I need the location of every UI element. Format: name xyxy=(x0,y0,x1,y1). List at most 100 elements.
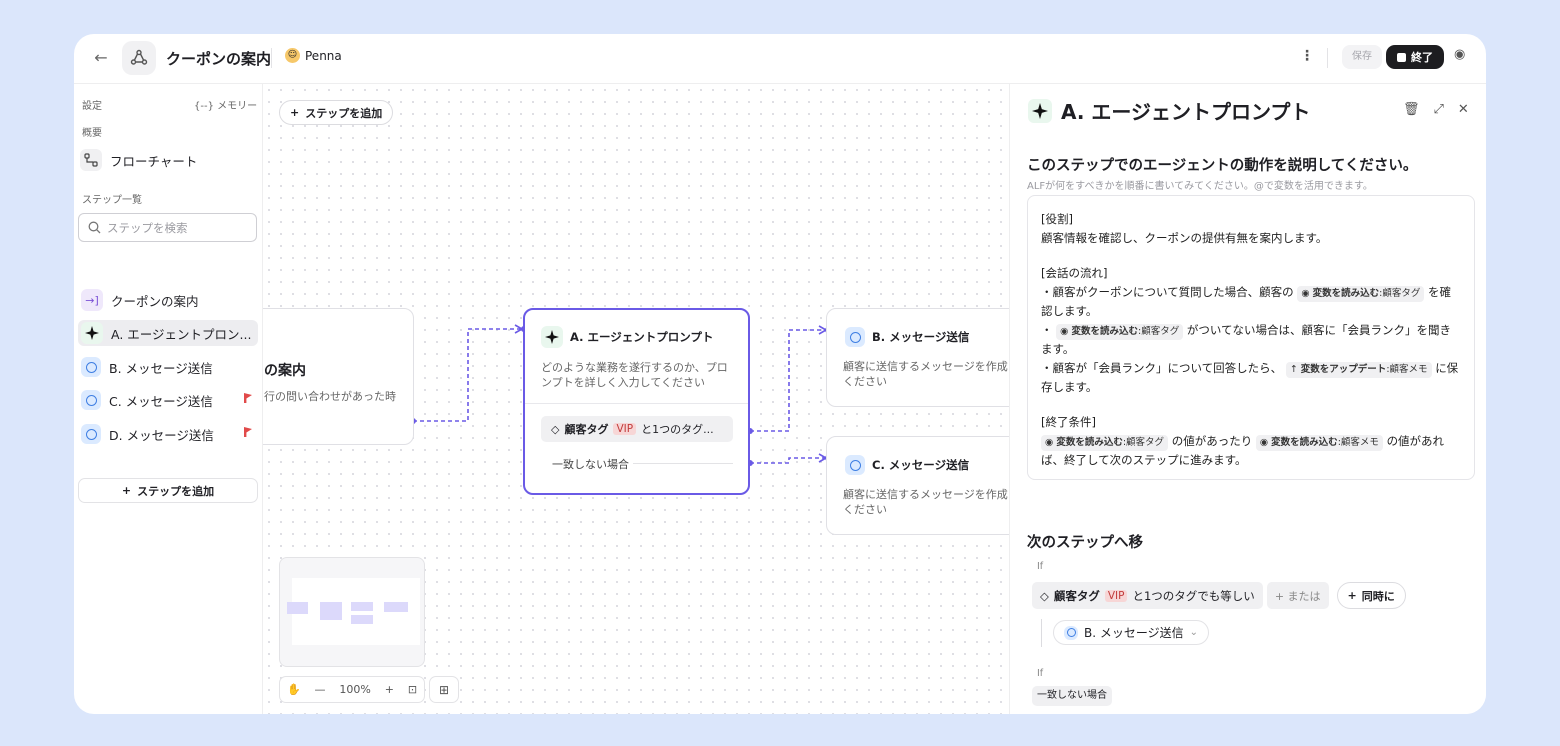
sidebar-item-flowchart[interactable]: フローチャート xyxy=(80,148,258,172)
node-desc: 顧客に送信するメッセージを作成ください xyxy=(843,488,1008,516)
minimap-node xyxy=(320,602,342,620)
delete-icon[interactable]: 🗑 xyxy=(1403,102,1420,117)
var-action: 変数を読み込む xyxy=(1312,288,1380,299)
chevron-down-icon: ⌄ xyxy=(1189,627,1199,638)
page-title[interactable]: クーポンの案内 xyxy=(166,48,271,69)
user-badge[interactable]: ☺ Penna xyxy=(285,48,342,63)
sidebar-item-label: クーポンの案内 xyxy=(111,293,199,309)
panel-title[interactable]: A. エージェントプロンプト xyxy=(1061,96,1310,125)
cond-rest: と1つのタグでも等しい xyxy=(1132,588,1255,603)
sidebar-item-message-c[interactable]: C. メッセージ送信 xyxy=(78,387,258,413)
plus-icon: + xyxy=(1347,589,1357,602)
flow-canvas[interactable]: + ステップを追加 の案内 行の問い合わせがあった時 A. エージェントプロンプ… xyxy=(263,84,1009,714)
variable-chip[interactable]: ◉ 変数を読み込む:顧客タグ xyxy=(1297,286,1425,302)
divider xyxy=(271,48,272,68)
text: の値があったり xyxy=(1171,434,1253,448)
var-name: 顧客メモ xyxy=(1340,437,1379,448)
expand-icon[interactable]: ⤢ xyxy=(1434,102,1444,117)
target-step-select[interactable]: B. メッセージ送信 ⌄ xyxy=(1053,620,1210,645)
workflow-icon xyxy=(122,41,156,75)
sidebar-item-trigger[interactable]: →] クーポンの案内 xyxy=(78,287,258,313)
flag-icon xyxy=(244,393,252,403)
node-title: C. メッセージ送信 xyxy=(872,458,970,472)
minimap[interactable] xyxy=(279,557,425,667)
back-arrow-icon[interactable]: ← xyxy=(90,47,112,69)
memory-link[interactable]: {--} メモリー xyxy=(194,97,257,112)
sidebar-item-message-d[interactable]: D. メッセージ送信 xyxy=(78,421,258,447)
search-input[interactable] xyxy=(107,220,247,235)
agent-prompt-node[interactable]: A. エージェントプロンプト どのような業務を遂行するのか、プロンプトを詳しく入… xyxy=(523,308,750,495)
flag-icon xyxy=(244,427,252,437)
step-detail-panel: A. エージェントプロンプト 🗑 ⤢ ✕ このステップでのエージェントの動作を説… xyxy=(1009,84,1486,714)
minimap-node xyxy=(287,602,308,614)
fit-view-icon[interactable]: ⊡ xyxy=(408,683,417,696)
var-name: 顧客タグ xyxy=(1382,288,1421,299)
no-match-chip[interactable]: 一致しない場合 xyxy=(1032,686,1112,706)
zoom-out-icon[interactable]: — xyxy=(315,683,326,696)
prompt-question: このステップでのエージェントの動作を説明してください。 xyxy=(1027,158,1418,174)
flow-line-1: ・顧客がクーポンについて質問した場合、顧客の ◉ 変数を読み込む:顧客タグ を確… xyxy=(1041,283,1461,321)
prompt-editor[interactable]: [役割] 顧客情報を確認し、クーポンの提供有無を案内します。 [会話の流れ] ・… xyxy=(1027,195,1475,480)
end-heading: [終了条件] xyxy=(1041,415,1096,429)
hand-tool-icon[interactable]: ✋ xyxy=(287,683,301,696)
message-c-node[interactable]: C. メッセージ送信 顧客に送信するメッセージを作成ください xyxy=(826,436,1009,535)
grid-layout-icon[interactable]: ⊞ xyxy=(429,676,459,703)
close-icon[interactable]: ✕ xyxy=(1458,102,1469,117)
prompt-hint: ALFが何をすべきかを順番に書いてみてください。@で変数を活用できます。 xyxy=(1027,181,1373,192)
step-search[interactable] xyxy=(78,213,257,242)
settings-label[interactable]: 設定 xyxy=(82,97,102,112)
message-b-node[interactable]: B. メッセージ送信 顧客に送信するメッセージを作成ください xyxy=(826,308,1009,407)
variable-chip[interactable]: ◉ 変数を読み込む:顧客メモ xyxy=(1255,435,1383,451)
branch-line xyxy=(1041,619,1042,647)
var-name: 顧客タグ xyxy=(1126,437,1165,448)
add-step-button[interactable]: + ステップを追加 xyxy=(78,478,258,503)
variable-chip[interactable]: ↑ 変数をアップデート:顧客メモ xyxy=(1285,362,1432,378)
zoom-in-icon[interactable]: + xyxy=(385,683,394,696)
var-name: 顧客タグ xyxy=(1141,326,1180,337)
role-text: 顧客情報を確認し、クーポンの提供有無を案内します。 xyxy=(1041,231,1328,245)
variable-chip[interactable]: ◉ 変数を読み込む:顧客タグ xyxy=(1041,435,1169,451)
tag-icon: ◇ xyxy=(1040,588,1049,603)
sidebar: 設定 {--} メモリー 概要 フローチャート ステップ一覧 →] クーポンの案… xyxy=(74,84,263,714)
sidebar-item-agent-prompt[interactable]: A. エージェントプロン... xyxy=(78,320,258,346)
var-action: 変数をアップデート xyxy=(1300,364,1387,375)
zoom-level: 100% xyxy=(339,683,371,696)
or-button[interactable]: + または xyxy=(1266,582,1329,609)
sidebar-item-message-b[interactable]: B. メッセージ送信 xyxy=(78,354,258,380)
minimap-node xyxy=(351,602,373,611)
vip-tag: VIP xyxy=(613,423,637,435)
var-action: 変数を読み込む xyxy=(1071,326,1138,337)
trigger-node[interactable]: の案内 行の問い合わせがあった時 xyxy=(263,308,414,445)
text: ・顧客がクーポンについて質問した場合、顧客の xyxy=(1041,285,1294,299)
plus-icon: + xyxy=(121,484,132,497)
condition-chip[interactable]: ◇ 顧客タグ VIP と1つのタグでも等しい xyxy=(1032,582,1263,609)
node-header: A. エージェントプロンプト xyxy=(541,326,713,348)
next-step-heading: 次のステップへ移 xyxy=(1027,535,1143,551)
trigger-node-desc: 行の問い合わせがあった時 xyxy=(264,390,396,403)
end-button[interactable]: 終了 xyxy=(1386,45,1444,69)
and-button[interactable]: + 同時に xyxy=(1336,582,1406,609)
sidebar-item-label: D. メッセージ送信 xyxy=(109,427,214,443)
node-title: A. エージェントプロンプト xyxy=(570,330,714,344)
node-desc: どのような業務を遂行するのか、プロンプトを詳しく入力してください xyxy=(541,361,728,389)
text: ・顧客が「会員ランク」について回答したら、 xyxy=(1041,361,1283,375)
save-button[interactable]: 保存 xyxy=(1342,45,1382,69)
user-name: Penna xyxy=(305,48,342,63)
message-icon xyxy=(81,424,101,444)
cond-label: 顧客タグ xyxy=(1053,588,1100,603)
condition-chip[interactable]: ◇ 顧客タグ VIP と1つのタグ... xyxy=(541,416,733,442)
flowchart-icon xyxy=(80,149,102,171)
role-heading: [役割] xyxy=(1041,212,1073,226)
avatar: ☺ xyxy=(285,48,300,63)
no-match-label: 一致しない場合 xyxy=(552,458,629,471)
tag-icon: ◇ xyxy=(551,422,560,436)
flow-heading: [会話の流れ] xyxy=(1041,266,1108,280)
node-header: B. メッセージ送信 xyxy=(845,327,969,347)
variable-chip[interactable]: ◉ 変数を読み込む:顧客タグ xyxy=(1056,324,1184,340)
node-title: B. メッセージ送信 xyxy=(872,330,970,344)
panel-toolbar: 🗑 ⤢ ✕ xyxy=(1403,102,1469,117)
message-icon xyxy=(81,357,101,377)
more-menu-icon[interactable]: ⋮ xyxy=(1300,48,1314,64)
preview-eye-icon[interactable]: ◉ xyxy=(1454,47,1465,62)
